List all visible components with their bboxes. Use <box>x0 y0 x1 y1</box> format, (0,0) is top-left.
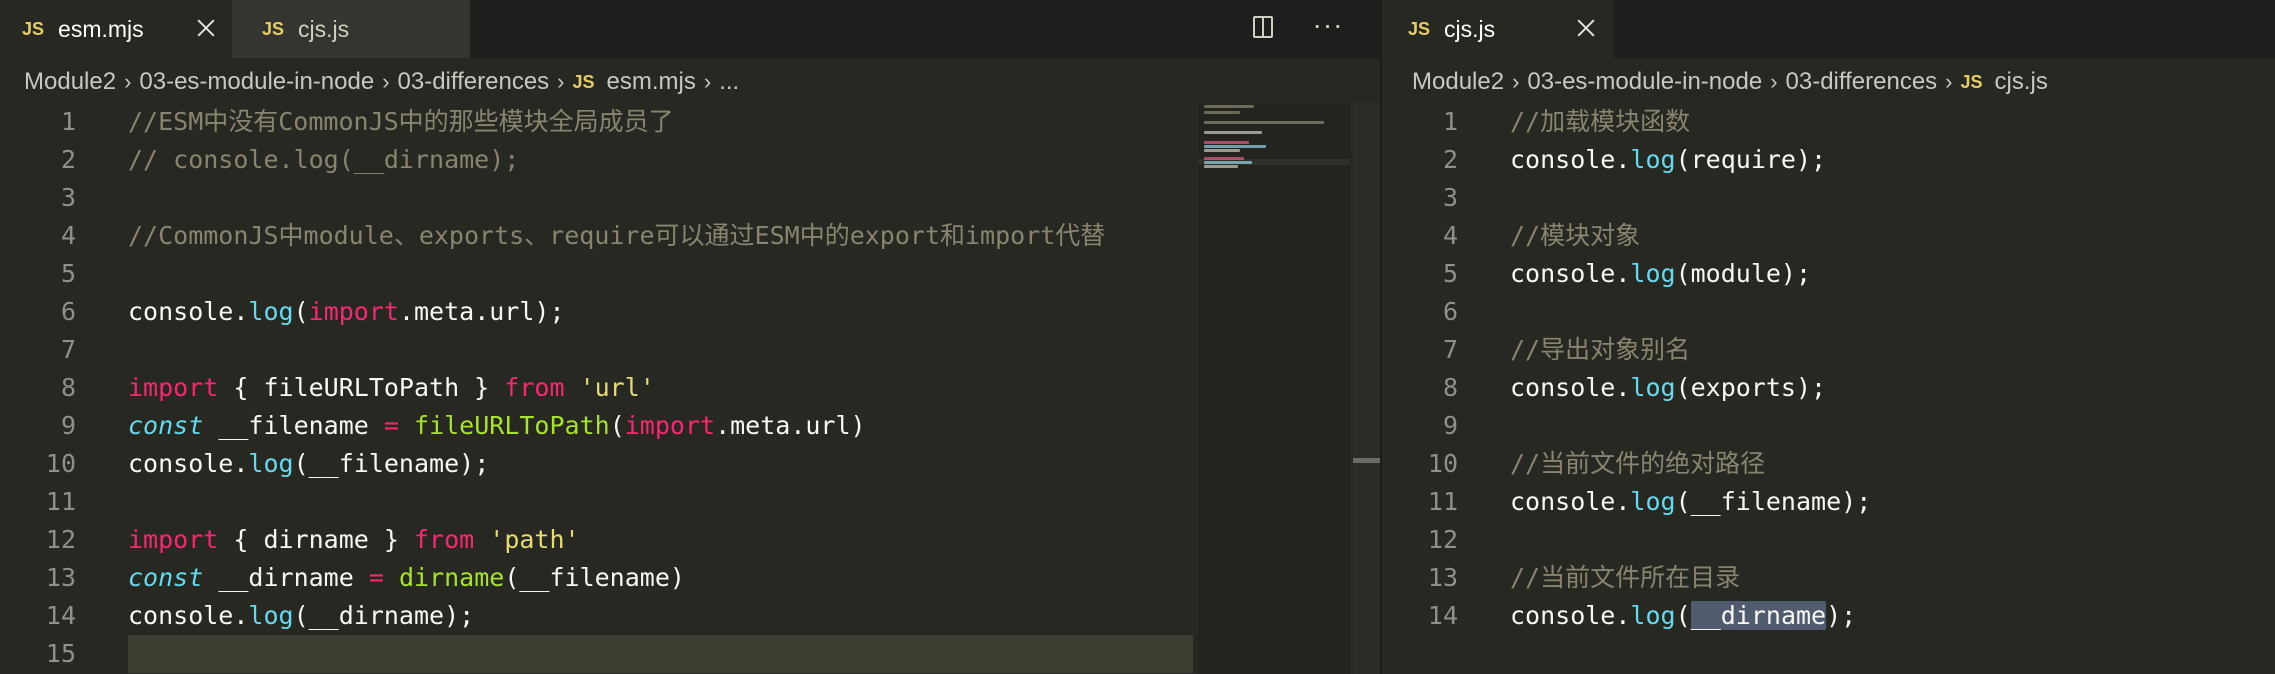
breadcrumb: Module2 › 03-es-module-in-node › 03-diff… <box>1412 58 2048 106</box>
line-number: 15 <box>45 639 76 668</box>
line-number: 5 <box>1442 259 1458 288</box>
chevron-right-icon: › <box>1770 69 1778 94</box>
chevron-right-icon: › <box>703 69 712 94</box>
line-number: 3 <box>1442 183 1458 212</box>
scrollbar-thumb[interactable] <box>1353 458 1380 463</box>
current-line-highlight <box>128 635 1193 673</box>
close-icon[interactable] <box>1574 16 1598 40</box>
line-number: 12 <box>1427 525 1458 554</box>
editor-group-left: JS esm.mjs JS cjs.js ··· Module2 › 03-es… <box>0 0 1380 674</box>
breadcrumb-file[interactable]: cjs.js <box>1995 68 2048 96</box>
breadcrumb-file[interactable]: esm.mjs <box>607 68 696 96</box>
chevron-right-icon: › <box>1945 69 1953 94</box>
breadcrumb-item[interactable]: 03-differences <box>1786 68 1938 96</box>
breadcrumb-item[interactable]: 03-differences <box>398 68 550 96</box>
code-line: //当前文件的绝对路径 <box>1510 449 1766 478</box>
breadcrumb-symbols[interactable]: ... <box>719 68 739 96</box>
code-line: //CommonJS中module、exports、require可以通过ESM… <box>128 221 1106 250</box>
code-line: console.log(__filename); <box>128 449 490 478</box>
code-line: console.log(exports); <box>1510 373 1827 402</box>
line-number: 11 <box>1427 487 1458 516</box>
more-actions-icon[interactable]: ··· <box>1310 10 1346 46</box>
line-number: 10 <box>1427 449 1458 478</box>
line-number: 4 <box>60 221 76 250</box>
js-file-icon: JS <box>22 18 45 39</box>
tab-label: cjs.js <box>1444 15 1496 42</box>
tab-cjs-js[interactable]: JS cjs.js <box>232 0 470 58</box>
line-number: 14 <box>1427 601 1458 630</box>
js-file-icon: JS <box>1408 18 1431 39</box>
line-number: 11 <box>45 487 76 516</box>
tab-label: esm.mjs <box>58 15 144 42</box>
line-number: 13 <box>1427 563 1458 592</box>
code-editor[interactable]: 1 //ESM中没有CommonJS中的那些模块全局成员了 2 // console… <box>0 103 1198 674</box>
code-line: console.log(__dirname); <box>128 601 475 630</box>
line-number: 12 <box>45 525 76 554</box>
split-editor-icon[interactable] <box>1246 10 1282 46</box>
line-number: 2 <box>60 145 76 174</box>
breadcrumb-item[interactable]: Module2 <box>1412 68 1504 96</box>
code-line: import { dirname } from 'path' <box>128 525 580 554</box>
js-file-icon: JS <box>1960 71 1983 92</box>
line-number: 10 <box>45 449 76 478</box>
line-number: 6 <box>60 297 76 326</box>
line-number: 8 <box>60 373 76 402</box>
editor-group-right: JS cjs.js Module2 › 03-es-module-in-node… <box>1382 0 2275 674</box>
code-line: const __filename = fileURLToPath(import.… <box>128 411 866 440</box>
breadcrumb-item[interactable]: 03-es-module-in-node <box>1527 68 1762 96</box>
code-line: console.log(__filename); <box>1510 487 1872 516</box>
code-line: console.log(module); <box>1510 259 1812 288</box>
code-editor[interactable]: 1 //加载模块函数 2 console.log(require); 3 4 //模块… <box>1382 103 2275 674</box>
code-line: // console.log(__dirname); <box>128 145 520 174</box>
code-line: //加载模块函数 <box>1510 107 1691 136</box>
line-number: 1 <box>60 107 76 136</box>
breadcrumb-item[interactable]: Module2 <box>24 68 116 96</box>
line-number: 1 <box>1442 107 1458 136</box>
minimap-viewport[interactable] <box>1198 159 1350 165</box>
tab-cjs-js[interactable]: JS cjs.js <box>1382 0 1614 58</box>
tab-bar: JS esm.mjs JS cjs.js ··· <box>0 0 1380 58</box>
line-number: 7 <box>1442 335 1458 364</box>
tab-bar: JS cjs.js <box>1382 0 2275 58</box>
line-number: 4 <box>1442 221 1458 250</box>
js-file-icon: JS <box>572 71 595 92</box>
line-number: 8 <box>1442 373 1458 402</box>
selected-text: __dirname <box>1690 601 1827 630</box>
minimap[interactable] <box>1198 103 1350 674</box>
chevron-right-icon: › <box>382 69 390 94</box>
code-line: const __dirname = dirname(__filename) <box>128 563 685 592</box>
close-icon[interactable] <box>194 16 218 40</box>
code-line: console.log(__dirname); <box>1510 601 1857 630</box>
tab-esm-mjs[interactable]: JS esm.mjs <box>0 0 232 58</box>
line-number: 3 <box>60 183 76 212</box>
line-number: 2 <box>1442 145 1458 174</box>
chevron-right-icon: › <box>1512 69 1520 94</box>
code-line: console.log(require); <box>1510 145 1827 174</box>
line-number: 14 <box>45 601 76 630</box>
code-line: //导出对象别名 <box>1510 335 1691 364</box>
chevron-right-icon: › <box>124 69 132 94</box>
code-line: //ESM中没有CommonJS中的那些模块全局成员了 <box>128 107 674 136</box>
line-number: 5 <box>60 259 76 288</box>
line-number: 13 <box>45 563 76 592</box>
breadcrumb: Module2 › 03-es-module-in-node › 03-diff… <box>24 58 739 106</box>
line-number: 6 <box>1442 297 1458 326</box>
code-line: console.log(import.meta.url); <box>128 297 565 326</box>
vertical-scrollbar[interactable] <box>1353 103 1380 674</box>
tab-label: cjs.js <box>298 15 350 42</box>
breadcrumb-item[interactable]: 03-es-module-in-node <box>139 68 374 96</box>
line-number: 9 <box>1442 411 1458 440</box>
line-number: 7 <box>60 335 76 364</box>
line-number: 9 <box>60 411 76 440</box>
chevron-right-icon: › <box>557 69 565 94</box>
code-line: import { fileURLToPath } from 'url' <box>128 373 655 402</box>
code-line: //当前文件所在目录 <box>1510 563 1741 592</box>
js-file-icon: JS <box>262 18 285 39</box>
code-line: //模块对象 <box>1510 221 1641 250</box>
